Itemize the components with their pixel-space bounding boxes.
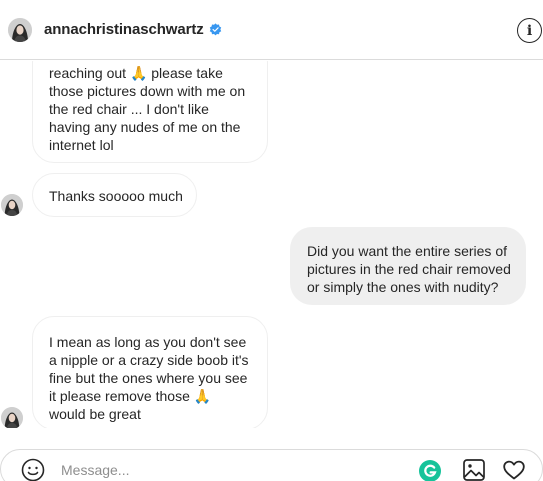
message-line: internet lol xyxy=(49,137,114,153)
received-message-bubble: I mean as long as you don't see a nipple… xyxy=(32,316,268,428)
message-line: it please remove those 🙏 xyxy=(49,388,212,404)
verified-badge-icon xyxy=(209,23,222,36)
message-line: a nipple or a crazy side boob it's xyxy=(49,352,249,368)
sender-avatar[interactable] xyxy=(1,194,23,216)
message-line: pictures in the red chair removed xyxy=(307,261,511,277)
message-line: Did you want the entire series of xyxy=(307,243,507,259)
image-icon[interactable] xyxy=(462,458,486,481)
message-line: I mean as long as you don't see xyxy=(49,334,247,350)
message-line: would be great xyxy=(49,406,141,422)
avatar[interactable] xyxy=(8,18,32,42)
message-line: reaching out 🙏 please take xyxy=(49,65,223,81)
sent-message-bubble: Did you want the entire series of pictur… xyxy=(290,227,526,305)
received-message-bubble: reaching out 🙏 please take those picture… xyxy=(32,61,268,163)
smiley-icon[interactable] xyxy=(21,458,45,481)
message-line: or simply the ones with nudity? xyxy=(307,279,499,295)
message-line: the red chair ... I don't like xyxy=(49,101,209,117)
heart-icon[interactable] xyxy=(502,458,526,481)
message-line: those pictures down with me on xyxy=(49,83,246,99)
grammarly-icon[interactable] xyxy=(419,460,441,481)
message-thread[interactable]: reaching out 🙏 please take those picture… xyxy=(0,61,543,428)
sender-avatar[interactable] xyxy=(1,407,23,428)
chat-header: annachristinaschwartz i xyxy=(0,0,543,60)
message-line: having any nudes of me on the xyxy=(49,119,241,135)
message-line: fine but the ones where you see xyxy=(49,370,248,386)
message-input[interactable] xyxy=(61,461,391,479)
info-icon[interactable]: i xyxy=(517,18,542,43)
received-message-bubble: Thanks sooooo much xyxy=(32,173,197,217)
message-line: Thanks sooooo much xyxy=(49,188,183,204)
username[interactable]: annachristinaschwartz xyxy=(44,21,204,38)
